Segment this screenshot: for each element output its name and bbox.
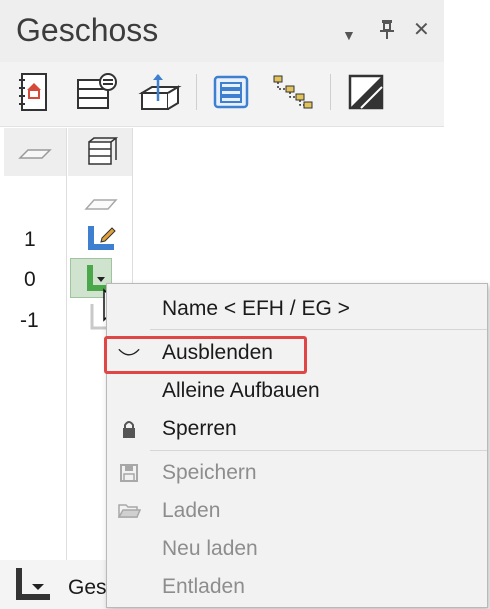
story-tab-icon (16, 568, 50, 600)
menu-item-speichern[interactable]: Speichern (107, 454, 487, 492)
menu-item-sperren[interactable]: Sperren (107, 410, 487, 448)
menu-item-label: Name < EFH / EG > (162, 297, 350, 320)
story-edit-icon[interactable] (84, 222, 118, 259)
context-menu: Name < EFH / EG > Ausblenden Alleine Auf… (106, 283, 488, 608)
menu-separator (150, 450, 487, 451)
menu-item-label: Neu laden (162, 537, 258, 560)
menu-item-laden[interactable]: Laden (107, 492, 487, 530)
menu-item-label: Entladen (162, 575, 245, 598)
story-settings-icon[interactable] (74, 70, 118, 114)
highlight-box (104, 336, 307, 374)
save-icon (117, 462, 141, 484)
roof-plane-icon[interactable] (84, 196, 118, 217)
menu-item-entladen[interactable]: Entladen (107, 568, 487, 606)
column-header-story[interactable] (68, 128, 132, 176)
story-tree-icon[interactable] (270, 70, 314, 114)
folder-icon (117, 500, 141, 522)
menu-item-alleine-aufbauen[interactable]: Alleine Aufbauen (107, 372, 487, 410)
level-number[interactable]: 0 (24, 268, 36, 292)
level-number[interactable]: 1 (24, 228, 36, 252)
menu-item-label: Alleine Aufbauen (162, 379, 320, 402)
menu-item-label: Sperren (162, 417, 237, 440)
column-header-level[interactable] (4, 128, 66, 176)
level-number[interactable]: -1 (20, 309, 39, 333)
close-icon[interactable]: ✕ (413, 18, 430, 42)
menu-item-label: Laden (162, 499, 221, 522)
menu-separator (150, 329, 487, 330)
bottom-tab-geschoss[interactable]: Ges (0, 560, 110, 609)
story-height-icon[interactable] (138, 70, 182, 114)
panel-toolbar (0, 62, 444, 127)
story-list-icon[interactable] (209, 70, 253, 114)
panel-title: Geschoss (16, 12, 159, 48)
lock-icon (117, 418, 141, 440)
panel-titlebar: Geschoss ▼ ✕ (0, 0, 444, 62)
menu-item-name[interactable]: Name < EFH / EG > (107, 290, 487, 328)
menu-item-label: Speichern (162, 461, 257, 484)
column-divider (132, 128, 133, 288)
render-toggle-icon[interactable] (344, 70, 388, 114)
story-stack-icon (88, 137, 119, 165)
pin-icon[interactable] (378, 18, 396, 46)
story-manager-icon[interactable] (12, 70, 56, 114)
toolbar-separator (330, 74, 331, 110)
dropdown-icon[interactable]: ▼ (342, 23, 356, 47)
bottom-tab-label: Ges (68, 576, 107, 599)
pin-glyph-icon (380, 20, 394, 39)
plane-icon (18, 149, 52, 159)
column-divider (66, 128, 67, 608)
toolbar-separator (196, 74, 197, 110)
menu-item-neu-laden[interactable]: Neu laden (107, 530, 487, 568)
